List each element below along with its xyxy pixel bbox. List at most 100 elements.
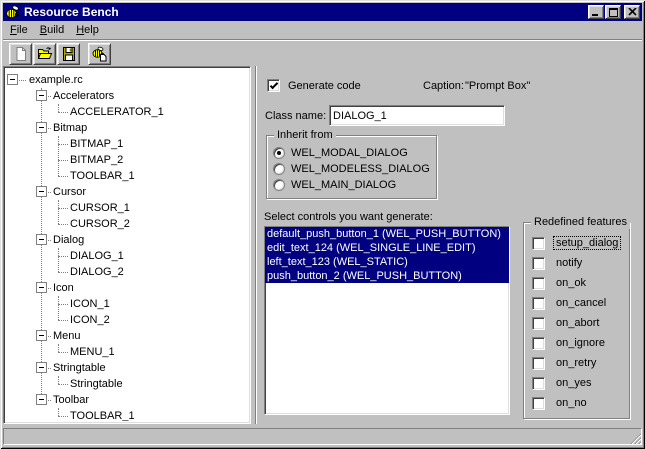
app-bee-icon [5, 4, 21, 20]
feature-checkbox[interactable] [532, 237, 545, 250]
tree-collapse-icon[interactable] [36, 362, 47, 373]
tree-collapse-icon[interactable] [7, 74, 18, 85]
radio-option-wel-modal-dialog[interactable]: WEL_MODAL_DIALOG [273, 145, 434, 161]
tree-item-icon-1[interactable]: ICON_1 [6, 296, 248, 312]
splitter[interactable] [255, 66, 257, 424]
tree-label: Stringtable [68, 377, 125, 391]
tree-label: BITMAP_2 [68, 153, 125, 167]
tree-item-dialog-1[interactable]: DIALOG_1 [6, 248, 248, 264]
tree-collapse-icon[interactable] [36, 330, 47, 341]
tree-collapse-icon[interactable] [36, 90, 47, 101]
feature-on-yes[interactable]: on_yes [532, 376, 627, 390]
tree-collapse-icon[interactable] [36, 282, 47, 293]
save-file-button[interactable] [57, 43, 80, 65]
tree-label: ICON_2 [68, 313, 112, 327]
class-name-label: Class name: [265, 109, 326, 123]
tree-collapse-icon[interactable] [36, 122, 47, 133]
open-file-button[interactable] [33, 43, 56, 65]
feature-checkbox[interactable] [532, 277, 545, 290]
tree-node-dialog[interactable]: Dialog [6, 232, 248, 248]
radio-option-wel-modeless-dialog[interactable]: WEL_MODELESS_DIALOG [273, 161, 434, 177]
tree-node-cursor[interactable]: Cursor [6, 184, 248, 200]
resource-tree: example.rcAcceleratorsACCELERATOR_1 Bitma… [6, 69, 248, 421]
dialog-properties-panel: Generate code Caption: "Prompt Box" Clas… [258, 66, 642, 424]
tree-root-example-rc[interactable]: example.rc [6, 72, 248, 88]
tree-collapse-icon[interactable] [36, 394, 47, 405]
tree-label: MENU_1 [68, 345, 117, 359]
class-name-input[interactable] [329, 105, 505, 126]
menu-item-help[interactable]: Help [70, 22, 105, 38]
tree-node-menu[interactable]: Menu [6, 328, 248, 344]
list-item-default-push-button-1[interactable]: default_push_button_1 (WEL_PUSH_BUTTON) [265, 227, 509, 241]
feature-checkbox[interactable] [532, 377, 545, 390]
tree-item-cursor-1[interactable]: CURSOR_1 [6, 200, 248, 216]
feature-on-ignore[interactable]: on_ignore [532, 336, 627, 350]
feature-on-ok[interactable]: on_ok [532, 276, 627, 290]
resize-grip[interactable] [629, 432, 641, 444]
tree-label: Bitmap [51, 121, 89, 135]
feature-checkbox[interactable] [532, 297, 545, 310]
tree-item-dialog-2[interactable]: DIALOG_2 [6, 264, 248, 280]
tree-collapse-icon[interactable] [36, 186, 47, 197]
statusbar [3, 426, 642, 445]
tree-node-stringtable[interactable]: Stringtable [6, 360, 248, 376]
feature-checkbox[interactable] [532, 337, 545, 350]
generate-code-checkbox[interactable] [267, 79, 280, 92]
tree-node-bitmap[interactable]: Bitmap [6, 120, 248, 136]
feature-on-abort[interactable]: on_abort [532, 316, 627, 330]
feature-checkbox[interactable] [532, 257, 545, 270]
tree-item-accelerator-1[interactable]: ACCELERATOR_1 [6, 104, 248, 120]
inherit-from-group-label: Inherit from [274, 129, 336, 142]
tree-item-icon-2[interactable]: ICON_2 [6, 312, 248, 328]
menu-item-build[interactable]: Build [34, 22, 70, 38]
feature-label: setup_dialog [554, 237, 620, 249]
feature-label: on_cancel [554, 297, 608, 309]
menu-item-file[interactable]: File [4, 22, 34, 38]
feature-notify[interactable]: notify [532, 256, 627, 270]
menubar: FileBuildHelp [3, 21, 642, 39]
radio-dot-icon [277, 151, 281, 155]
maximize-button[interactable] [605, 5, 621, 19]
tree-label: CURSOR_2 [68, 217, 132, 231]
controls-list-label: Select controls you want generate: [264, 210, 433, 224]
tree-item-cursor-2[interactable]: CURSOR_2 [6, 216, 248, 232]
radio-button-icon[interactable] [273, 179, 285, 191]
tree-item-toolbar-1[interactable]: TOOLBAR_1 [6, 168, 248, 184]
tree-node-icon[interactable]: Icon [6, 280, 248, 296]
feature-on-cancel[interactable]: on_cancel [532, 296, 627, 310]
tree-item-bitmap-2[interactable]: BITMAP_2 [6, 152, 248, 168]
tree-node-toolbar[interactable]: Toolbar [6, 392, 248, 408]
feature-label: on_ok [554, 277, 588, 289]
radio-button-icon[interactable] [273, 147, 285, 159]
feature-checkbox[interactable] [532, 317, 545, 330]
bench-button[interactable] [88, 43, 111, 65]
maximize-icon [609, 8, 618, 17]
resize-grip-icon [629, 432, 641, 444]
minimize-button[interactable] [588, 5, 604, 19]
tree-item-bitmap-1[interactable]: BITMAP_1 [6, 136, 248, 152]
new-file-button[interactable] [9, 43, 32, 65]
feature-on-retry[interactable]: on_retry [532, 356, 627, 370]
list-item-push-button-2[interactable]: push_button_2 (WEL_PUSH_BUTTON) [265, 269, 509, 283]
close-button[interactable] [624, 5, 640, 19]
feature-checkbox[interactable] [532, 397, 545, 410]
minimize-icon [591, 8, 601, 17]
list-item-left-text-123[interactable]: left_text_123 (WEL_STATIC) [265, 255, 509, 269]
tree-label: ACCELERATOR_1 [68, 105, 166, 119]
tree-collapse-icon[interactable] [36, 234, 47, 245]
feature-label: on_ignore [554, 337, 607, 349]
radio-button-icon[interactable] [273, 163, 285, 175]
tree-node-accelerators[interactable]: Accelerators [6, 88, 248, 104]
radio-option-wel-main-dialog[interactable]: WEL_MAIN_DIALOG [273, 177, 434, 193]
feature-on-no[interactable]: on_no [532, 396, 627, 410]
feature-setup-dialog[interactable]: setup_dialog [532, 236, 627, 250]
tree-item-stringtable[interactable]: Stringtable [6, 376, 248, 392]
feature-checkbox[interactable] [532, 357, 545, 370]
tree-label: DIALOG_1 [68, 249, 126, 263]
tree-label: Icon [51, 281, 76, 295]
list-item-edit-text-124[interactable]: edit_text_124 (WEL_SINGLE_LINE_EDIT) [265, 241, 509, 255]
tree-item-toolbar-1[interactable]: TOOLBAR_1 [6, 408, 248, 421]
toolbar [3, 41, 642, 66]
tree-item-menu-1[interactable]: MENU_1 [6, 344, 248, 360]
inherit-options: WEL_MODAL_DIALOGWEL_MODELESS_DIALOGWEL_M… [273, 145, 434, 193]
